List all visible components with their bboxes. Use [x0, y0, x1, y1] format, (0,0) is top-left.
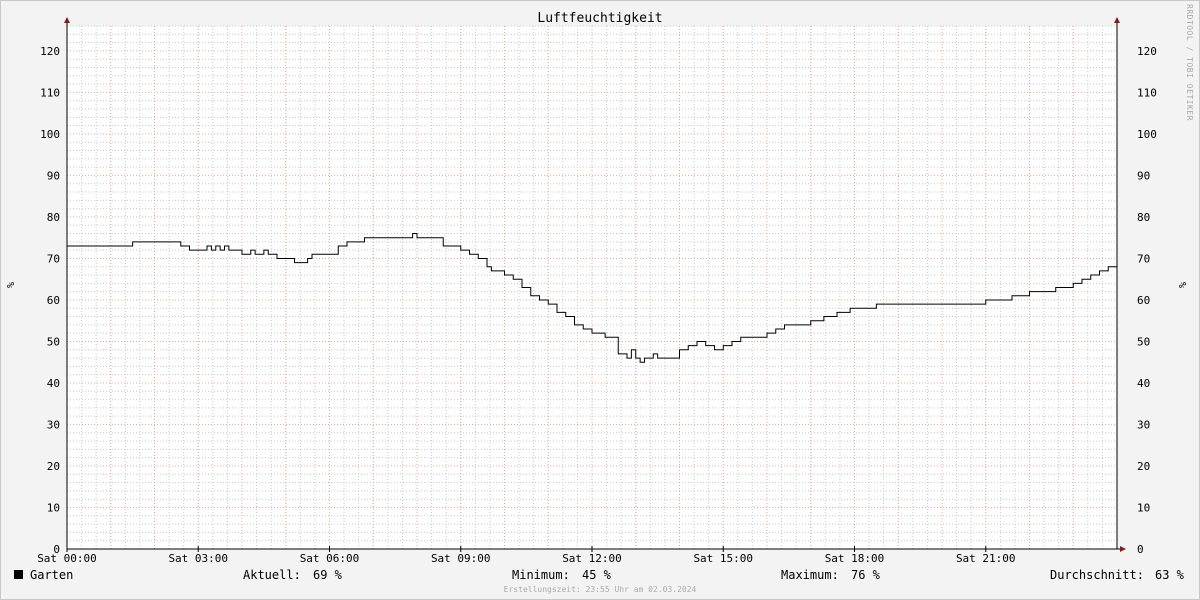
y-tick-label-left: 100 — [40, 128, 60, 141]
legend-avg-label: Durchschnitt: — [1050, 568, 1144, 582]
chart-plot: 0 010 1020 2030 3040 4050 5060 6070 7080 8090 9010… — [37, 17, 1157, 565]
legend-swatch — [14, 570, 23, 579]
creation-time: Erstellungszeit: 23:55 Uhr am 02.03.2024 — [503, 585, 697, 594]
y-tick-label-left: 30 — [47, 418, 60, 431]
y-tick-label-right: 110 — [1137, 86, 1157, 99]
y-tick-label-left: 10 — [47, 501, 60, 514]
y-tick-label-right: 70 — [1137, 252, 1150, 265]
y-tick-label-left: 110 — [40, 86, 60, 99]
x-axis-arrow — [1120, 546, 1126, 552]
y-axis-left-arrow — [64, 17, 70, 23]
legend-min-value: 45 % — [582, 568, 611, 582]
y-tick-label-left: 20 — [47, 460, 60, 473]
legend-series-name: Garten — [30, 568, 74, 582]
x-tick-label: Sat 18:00 — [825, 552, 885, 565]
y-tick-label-right: 40 — [1137, 377, 1150, 390]
y-tick-label-left: 120 — [40, 45, 60, 58]
legend-max-value: 76 % — [851, 568, 880, 582]
y-tick-label-right: 50 — [1137, 335, 1150, 348]
legend-current-value: 69 % — [313, 568, 342, 582]
x-tick-label: Sat 03:00 — [168, 552, 228, 565]
legend-max-label: Maximum: — [781, 568, 839, 582]
legend: Garten Aktuell: 69 % Minimum: 45 % Maxim… — [0, 568, 1200, 584]
x-tick-label: Sat 06:00 — [300, 552, 360, 565]
x-tick-label: Sat 12:00 — [562, 552, 622, 565]
x-tick-label: Sat 09:00 — [431, 552, 491, 565]
y-tick-label-left: 70 — [47, 252, 60, 265]
y-tick-label-right: 20 — [1137, 460, 1150, 473]
y-tick-label-left: 40 — [47, 377, 60, 390]
y-tick-label-right: 60 — [1137, 294, 1150, 307]
x-tick-label: Sat 21:00 — [956, 552, 1016, 565]
x-tick-label: Sat 15:00 — [693, 552, 753, 565]
y-tick-label-right: 100 — [1137, 128, 1157, 141]
x-tick-label: Sat 00:00 — [37, 552, 97, 565]
y-tick-label-right: 0 — [1137, 543, 1144, 556]
y-tick-label-right: 30 — [1137, 418, 1150, 431]
y-axis-right-arrow — [1114, 17, 1120, 23]
y-tick-label-right: 120 — [1137, 45, 1157, 58]
legend-current-label: Aktuell: — [243, 568, 301, 582]
legend-avg-value: 63 % — [1155, 568, 1184, 582]
y-tick-label-left: 60 — [47, 294, 60, 307]
y-tick-label-left: 90 — [47, 169, 60, 182]
y-tick-label-right: 10 — [1137, 501, 1150, 514]
y-tick-label-left: 50 — [47, 335, 60, 348]
legend-min-label: Minimum: — [512, 568, 570, 582]
y-tick-label-right: 80 — [1137, 211, 1150, 224]
y-tick-label-right: 90 — [1137, 169, 1150, 182]
y-tick-label-left: 80 — [47, 211, 60, 224]
